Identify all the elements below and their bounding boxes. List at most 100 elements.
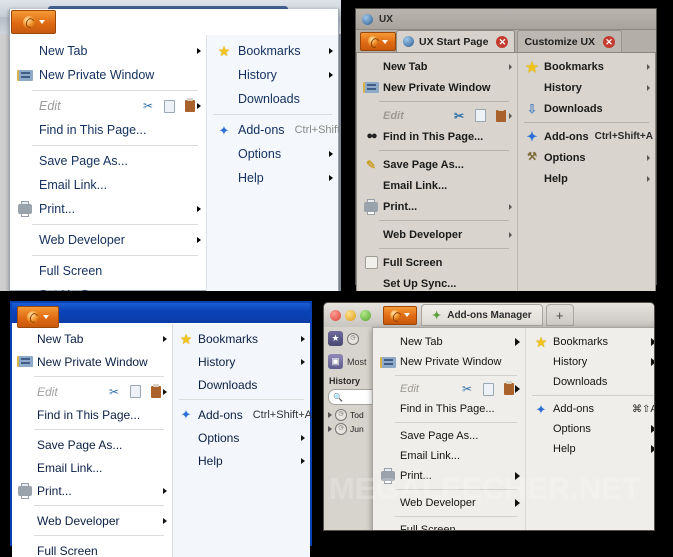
menu-item-full-screen[interactable]: Full Screen [357, 252, 517, 273]
minimize-window-icon[interactable] [345, 309, 356, 321]
tab-addons-manager[interactable]: ✦ Add-ons Manager [421, 304, 543, 326]
menu-item-web-developer[interactable]: Web Developer [357, 224, 517, 245]
firefox-button-macosx[interactable] [383, 305, 417, 325]
menu-item-history[interactable]: History [207, 63, 338, 87]
menu-item-history[interactable]: History [518, 77, 655, 98]
shortcut-label: ⌘⇧A [631, 403, 655, 415]
tab-ux-start-page[interactable]: UX Start Page ✕ [396, 30, 516, 52]
menu-item-web-developer[interactable]: Web Developer [10, 228, 206, 252]
menu-item-print[interactable]: Print... [357, 196, 517, 217]
menu-item-find-in-this-page[interactable]: Find in This Page... [12, 403, 172, 426]
menu-item-new-tab[interactable]: New Tab [357, 56, 517, 77]
flag-icon [16, 68, 34, 82]
firefox-button-linux[interactable] [360, 32, 396, 51]
menu-item-new-tab[interactable]: New Tab [12, 327, 172, 350]
copy-icon[interactable] [126, 383, 144, 399]
zoom-window-icon[interactable] [360, 309, 371, 321]
menu-item-options[interactable]: Options [173, 426, 310, 449]
menu-item-history[interactable]: History [526, 352, 654, 372]
menu-item-full-screen[interactable]: Full Screen [12, 539, 172, 557]
firefox-button-windowsxp[interactable] [17, 306, 59, 328]
close-icon[interactable]: ✕ [603, 35, 616, 48]
menu-item-email-link[interactable]: Email Link... [12, 456, 172, 479]
menu-item-edit[interactable]: Edit ✂ [12, 380, 172, 403]
menu-item-edit[interactable]: Edit ✂ [373, 379, 525, 399]
menu-item-email-link[interactable]: Email Link... [373, 446, 525, 466]
chevron-down-icon [404, 313, 410, 317]
menu-item-email-link[interactable]: Email Link... [357, 175, 517, 196]
paste-icon[interactable] [492, 107, 510, 123]
menu-item-options[interactable]: Options [526, 419, 654, 439]
firefox-button-windows7[interactable] [11, 10, 56, 34]
menu-item-help[interactable]: Help [207, 166, 338, 190]
new-tab-button[interactable]: + [545, 304, 574, 326]
menu-item-save-page-as[interactable]: ✎ Save Page As... [357, 154, 517, 175]
menu-item-edit[interactable]: Edit ✂ [10, 94, 206, 118]
menu-item-addons[interactable]: ✦ Add-ons Ctrl+Shift+A [173, 403, 313, 426]
menu-item-help[interactable]: Help [526, 439, 654, 459]
menu-item-help[interactable]: Help [518, 168, 655, 189]
menu-item-addons[interactable]: ✦ Add-ons Ctrl+Shift+A [207, 118, 341, 142]
close-window-icon[interactable] [330, 309, 341, 321]
scissors-icon[interactable]: ✂ [139, 99, 157, 113]
menu-item-set-up-sync[interactable]: Set Up Sync... [10, 283, 206, 291]
menu-item-full-screen[interactable]: Full Screen [10, 259, 206, 283]
scissors-icon[interactable]: ✂ [458, 382, 476, 396]
menu-item-find-in-this-page[interactable]: Find in This Page... [10, 118, 206, 142]
menu-item-email-link[interactable]: Email Link... [10, 173, 206, 197]
submenu-arrow-icon [651, 338, 654, 346]
menu-item-new-tab[interactable]: New Tab [10, 39, 206, 63]
flag-icon [379, 355, 397, 369]
menu-item-new-private-window[interactable]: New Private Window [12, 350, 172, 373]
menu-item-downloads[interactable]: ⇩ Downloads [518, 98, 655, 119]
menu-item-save-page-as[interactable]: Save Page As... [373, 426, 525, 446]
menu-item-history[interactable]: History [173, 350, 310, 373]
copy-icon[interactable] [479, 380, 497, 396]
menu-item-edit[interactable]: Edit ✂ [357, 105, 517, 126]
shortcut-label: Ctrl+Shift+A [252, 408, 313, 421]
submenu-arrow-icon [329, 175, 333, 181]
menu-item-addons[interactable]: ✦ Add-ons ⌘⇧A [526, 399, 655, 419]
menu-item-downloads[interactable]: Downloads [526, 372, 654, 392]
menu-item-bookmarks[interactable]: ★ Bookmarks [173, 327, 310, 350]
menu-separator [32, 255, 198, 256]
menu-item-new-private-window[interactable]: New Private Window [373, 352, 525, 372]
printer-icon [16, 482, 34, 499]
menu-item-help[interactable]: Help [173, 449, 310, 472]
menu-item-print[interactable]: Print... [373, 466, 525, 486]
menu-item-web-developer[interactable]: Web Developer [373, 493, 525, 513]
menu-item-bookmarks[interactable]: ★ Bookmarks [207, 39, 338, 63]
bookmarks-star-icon[interactable]: ★ [328, 331, 343, 346]
scissors-icon[interactable]: ✂ [450, 109, 468, 123]
menu-item-find-in-this-page[interactable]: ●● Find in This Page... [357, 126, 517, 147]
menu-item-bookmarks[interactable]: ★ Bookmarks [518, 56, 655, 77]
menu-item-print[interactable]: Print... [10, 197, 206, 221]
copy-icon[interactable] [471, 107, 489, 123]
menu-item-downloads[interactable]: Downloads [207, 87, 338, 111]
tab-customize-ux[interactable]: Customize UX ✕ [517, 30, 623, 52]
spacer-icon [532, 442, 550, 456]
menu-item-new-tab[interactable]: New Tab [373, 332, 525, 352]
copy-icon[interactable] [160, 97, 178, 113]
menu-item-options[interactable]: ⚒ Options [518, 147, 655, 168]
close-icon[interactable]: ✕ [496, 35, 509, 48]
menu-item-save-page-as[interactable]: Save Page As... [12, 433, 172, 456]
menu-item-addons[interactable]: ✦ Add-ons Ctrl+Shift+A [518, 126, 655, 147]
menu-item-find-in-this-page[interactable]: Find in This Page... [373, 399, 525, 419]
menu-item-new-private-window[interactable]: New Private Window [10, 63, 206, 87]
history-clock-icon[interactable]: ◷ [347, 332, 359, 345]
menu-item-options[interactable]: Options [207, 142, 338, 166]
expand-triangle-icon[interactable] [328, 426, 332, 432]
expand-triangle-icon[interactable] [328, 412, 332, 418]
menu-item-web-developer[interactable]: Web Developer [12, 509, 172, 532]
scissors-icon[interactable]: ✂ [105, 385, 123, 399]
menu-item-new-private-window[interactable]: New Private Window [357, 77, 517, 98]
menu-item-print[interactable]: Print... [12, 479, 172, 502]
menu-item-bookmarks[interactable]: ★ Bookmarks [526, 332, 654, 352]
menu-item-full-screen[interactable]: Full Screen [373, 520, 525, 530]
menu-separator [395, 516, 517, 517]
menu-item-downloads[interactable]: Downloads [173, 373, 310, 396]
menu-item-set-up-sync[interactable]: Set Up Sync... [357, 273, 517, 291]
checkbox-icon[interactable] [362, 256, 380, 270]
menu-item-save-page-as[interactable]: Save Page As... [10, 149, 206, 173]
